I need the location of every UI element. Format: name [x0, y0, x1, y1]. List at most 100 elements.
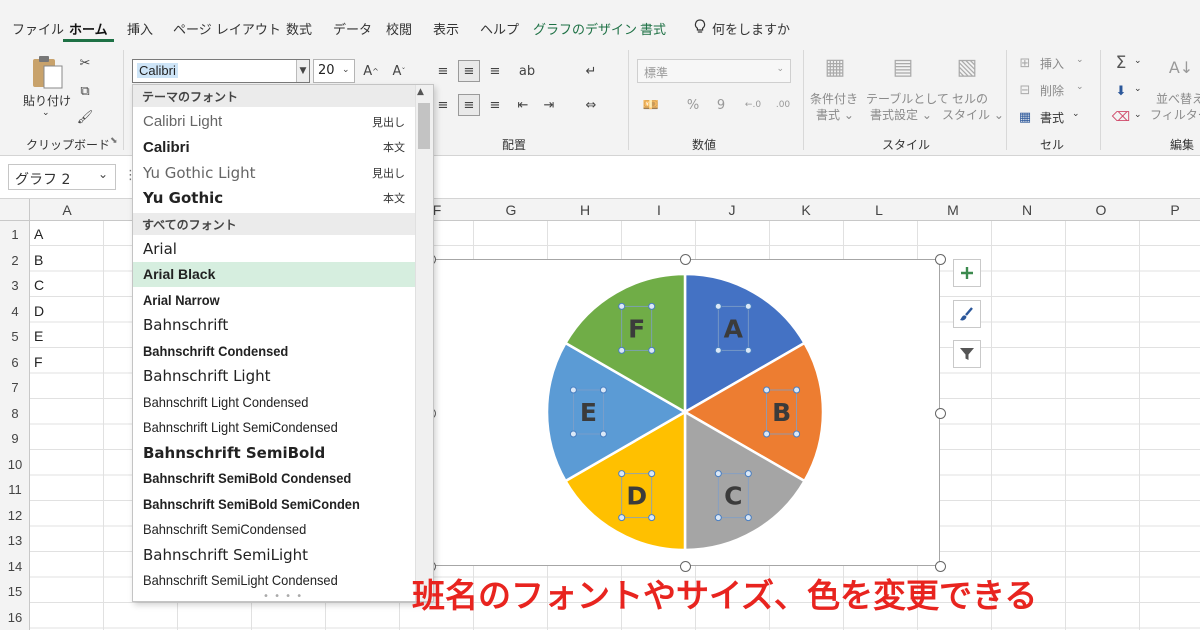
format-as-table-label-2[interactable]: 書式設定 ⌄: [870, 106, 932, 123]
data-label-handle[interactable]: [744, 514, 752, 522]
column-letter[interactable]: L: [859, 199, 899, 221]
data-label-handle[interactable]: [648, 470, 656, 478]
pie-data-label[interactable]: E: [580, 398, 597, 427]
cell-styles-label[interactable]: セルの: [952, 90, 988, 107]
column-letter[interactable]: M: [933, 199, 973, 221]
row-number[interactable]: 1: [0, 222, 30, 247]
data-label-handle[interactable]: [763, 430, 771, 438]
data-label-handle[interactable]: [714, 346, 722, 354]
tab-file[interactable]: ファイル: [12, 19, 64, 38]
decrease-font-size-icon[interactable]: Aˇ: [388, 60, 410, 82]
tab-review[interactable]: 校閲: [386, 19, 412, 38]
column-letter[interactable]: P: [1155, 199, 1195, 221]
tab-view[interactable]: 表示: [433, 19, 459, 38]
align-center-icon[interactable]: ≡: [458, 94, 480, 116]
conditional-format-icon[interactable]: ▦: [820, 52, 850, 82]
currency-icon[interactable]: 💴: [640, 94, 662, 116]
cell-styles-label-2[interactable]: スタイル ⌄: [942, 106, 1004, 123]
font-item[interactable]: Bahnschrift SemiLight: [133, 542, 415, 567]
row-number[interactable]: 7: [0, 375, 30, 400]
column-letter[interactable]: J: [712, 199, 752, 221]
row-number[interactable]: 8: [0, 401, 30, 426]
format-as-table-icon[interactable]: ▤: [888, 52, 918, 82]
row-number[interactable]: 13: [0, 528, 30, 553]
row-number[interactable]: 4: [0, 299, 30, 324]
cell-value[interactable]: D: [34, 303, 44, 319]
data-label-handle[interactable]: [618, 514, 626, 522]
tab-help[interactable]: ヘルプ: [480, 19, 519, 38]
chart-resize-handle[interactable]: [935, 254, 946, 265]
column-letter[interactable]: A: [47, 199, 87, 221]
theme-font-item[interactable]: Calibri Light 見出し: [133, 109, 415, 134]
font-item[interactable]: Bahnschrift SemiCondensed: [133, 517, 415, 542]
decrease-indent-icon[interactable]: ⇤: [512, 94, 534, 116]
row-number[interactable]: 10: [0, 452, 30, 477]
chart-styles-brush-icon[interactable]: [953, 300, 981, 328]
font-item[interactable]: Bahnschrift Light: [133, 364, 415, 389]
column-letter[interactable]: G: [491, 199, 531, 221]
row-number[interactable]: 11: [0, 477, 30, 502]
theme-font-item[interactable]: Yu Gothic 本文: [133, 186, 415, 211]
merge-center-icon[interactable]: ⇔: [580, 94, 602, 116]
increase-indent-icon[interactable]: ⇥: [538, 94, 560, 116]
data-label-handle[interactable]: [763, 386, 771, 394]
delete-cells-icon[interactable]: ⊟: [1014, 79, 1036, 101]
data-label-handle[interactable]: [744, 302, 752, 310]
data-label-handle[interactable]: [618, 470, 626, 478]
clear-icon[interactable]: ⌫: [1110, 106, 1132, 128]
data-label-handle[interactable]: [793, 430, 801, 438]
row-number[interactable]: 15: [0, 579, 30, 604]
data-label-handle[interactable]: [744, 470, 752, 478]
paste-icon[interactable]: [30, 54, 64, 94]
scroll-up-icon[interactable]: ▲: [417, 87, 424, 97]
data-label-handle[interactable]: [618, 346, 626, 354]
cell-value[interactable]: F: [34, 354, 43, 370]
pie-data-label[interactable]: B: [772, 398, 791, 427]
theme-font-item[interactable]: Calibri 本文: [133, 135, 415, 160]
chart-resize-handle[interactable]: [935, 407, 946, 419]
clipboard-launcher-icon[interactable]: ⬊: [110, 136, 118, 146]
comma-button[interactable]: 9: [710, 94, 732, 116]
sort-filter-icon[interactable]: A↓: [1166, 52, 1196, 82]
tab-page-layout[interactable]: ページ レイアウト: [173, 19, 281, 38]
cell-styles-icon[interactable]: ▧: [952, 52, 982, 82]
conditional-format-label[interactable]: 条件付き: [810, 90, 858, 107]
format-as-table-label[interactable]: テーブルとして: [866, 90, 949, 107]
data-label-handle[interactable]: [793, 386, 801, 394]
data-label-handle[interactable]: [648, 346, 656, 354]
insert-cells-icon[interactable]: ⊞: [1014, 52, 1036, 74]
select-all-corner[interactable]: [0, 199, 30, 221]
font-item[interactable]: Bahnschrift SemiLight Condensed: [133, 568, 415, 593]
name-box-chevron-down-icon[interactable]: ⌄: [98, 167, 108, 181]
sort-filter-label[interactable]: 並べ替え: [1156, 90, 1200, 107]
increase-decimal-button[interactable]: ←.0: [742, 94, 764, 116]
row-number[interactable]: 6: [0, 350, 30, 375]
font-item[interactable]: Bahnschrift SemiBold Condensed: [133, 466, 415, 491]
font-item[interactable]: Bahnschrift SemiBold SemiConden: [133, 491, 415, 516]
tab-home[interactable]: ホーム: [63, 19, 114, 42]
row-number[interactable]: 2: [0, 248, 30, 273]
data-label-handle[interactable]: [744, 346, 752, 354]
cell-value[interactable]: B: [34, 252, 43, 268]
column-letter[interactable]: H: [565, 199, 605, 221]
chart-filter-icon[interactable]: [953, 340, 981, 368]
align-top-icon[interactable]: ≡: [432, 60, 454, 82]
tell-me-search[interactable]: 何をしますか: [694, 19, 790, 38]
pie-data-label[interactable]: A: [724, 314, 744, 343]
column-letter[interactable]: I: [639, 199, 679, 221]
align-middle-icon[interactable]: ≡: [458, 60, 480, 82]
column-letter[interactable]: N: [1007, 199, 1047, 221]
tab-formulas[interactable]: 数式: [286, 19, 312, 38]
conditional-format-label-2[interactable]: 書式 ⌄: [816, 106, 854, 123]
data-label-handle[interactable]: [569, 386, 577, 394]
tab-data[interactable]: データ: [333, 19, 372, 38]
font-item[interactable]: Bahnschrift SemiBold: [133, 440, 415, 465]
font-item[interactable]: Arial Narrow: [133, 287, 415, 312]
autosum-icon[interactable]: Σ: [1110, 52, 1132, 74]
font-name-dropdown-arrow-icon[interactable]: ▼: [296, 60, 309, 82]
row-number[interactable]: 3: [0, 273, 30, 298]
row-number[interactable]: 14: [0, 554, 30, 579]
wrap-text-icon[interactable]: ↵: [580, 60, 602, 82]
data-label-handle[interactable]: [714, 470, 722, 478]
align-right-icon[interactable]: ≡: [484, 94, 506, 116]
